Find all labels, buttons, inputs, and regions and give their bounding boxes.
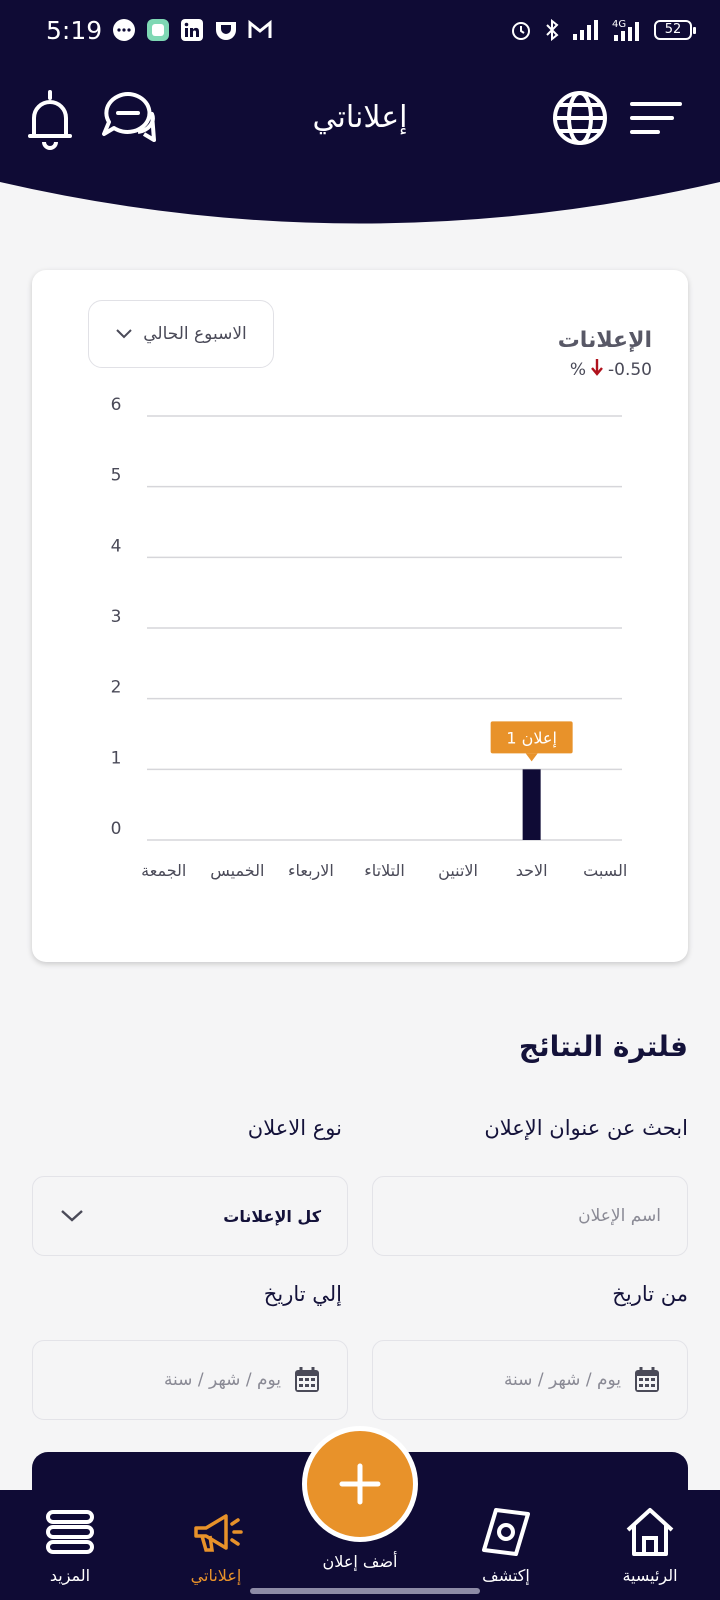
plus-icon bbox=[339, 1463, 381, 1505]
arrow-down-icon bbox=[590, 358, 604, 381]
status-time: 5:19 bbox=[46, 16, 103, 45]
app-header: 5:19 4G 52 إعلاناتي bbox=[0, 0, 720, 232]
nav-item-discover[interactable]: إكتشف bbox=[446, 1504, 566, 1585]
linkedin-icon bbox=[180, 18, 204, 42]
y-tick-label: 1 bbox=[111, 748, 122, 768]
signal-4g-icon: 4G bbox=[612, 19, 639, 41]
signal-icon bbox=[573, 20, 598, 40]
search-label: ابحث عن عنوان الإعلان bbox=[484, 1116, 688, 1140]
ad-type-select[interactable]: كل الإعلانات bbox=[32, 1176, 348, 1256]
period-dropdown-value: الاسبوع الحالي bbox=[143, 324, 247, 344]
x-tick-label: الاتنين bbox=[438, 861, 478, 881]
language-globe-icon[interactable] bbox=[550, 88, 610, 150]
ad-name-search-input[interactable]: اسم الإعلان bbox=[372, 1176, 688, 1256]
chat-bubble-icon bbox=[112, 18, 136, 42]
filter-section-title: فلترة النتائج bbox=[518, 1030, 688, 1063]
compass-icon bbox=[482, 1508, 530, 1556]
x-tick-label: الاربعاء bbox=[288, 861, 334, 881]
ad-type-label: نوع الاعلان bbox=[247, 1116, 342, 1140]
bar bbox=[522, 769, 541, 840]
nav-item-more[interactable]: المزيد bbox=[10, 1504, 130, 1585]
notification-bell-icon[interactable] bbox=[22, 88, 82, 150]
menu-icon[interactable] bbox=[628, 88, 688, 150]
nav-item-add-ad[interactable]: أضف إعلان bbox=[300, 1552, 420, 1571]
status-bar: 5:19 4G 52 bbox=[0, 0, 720, 64]
y-tick-label: 0 bbox=[111, 819, 122, 839]
network-label: 4G bbox=[612, 19, 626, 30]
period-dropdown[interactable]: الاسبوع الحالي bbox=[88, 300, 274, 368]
y-tick-label: 2 bbox=[111, 678, 122, 698]
from-date-input[interactable]: يوم / شهر / سنة bbox=[372, 1340, 688, 1420]
more-menu-icon bbox=[46, 1510, 94, 1554]
y-tick-label: 3 bbox=[111, 607, 122, 627]
to-date-label: إلي تاريخ bbox=[263, 1282, 342, 1306]
from-date-label: من تاريخ bbox=[612, 1282, 688, 1306]
chevron-down-icon bbox=[61, 1210, 83, 1222]
calendar-icon bbox=[635, 1367, 659, 1392]
add-ad-fab-button[interactable] bbox=[302, 1426, 418, 1542]
change-value: -0.50 bbox=[608, 359, 652, 380]
nav-item-my-ads[interactable]: إعلاناتي bbox=[156, 1504, 276, 1585]
nav-label-more: المزيد bbox=[49, 1566, 91, 1585]
nav-label-discover: إكتشف bbox=[482, 1566, 530, 1585]
chat-icon[interactable] bbox=[98, 88, 158, 150]
gmail-icon bbox=[248, 18, 272, 42]
x-tick-label: الاحد bbox=[516, 861, 548, 880]
megaphone-icon bbox=[194, 1514, 243, 1552]
bluetooth-icon bbox=[546, 19, 559, 41]
y-tick-label: 6 bbox=[111, 395, 122, 415]
cup-icon bbox=[214, 18, 238, 42]
chart-title: الإعلانات bbox=[557, 328, 652, 353]
nav-item-home[interactable]: الرئيسية bbox=[590, 1504, 710, 1585]
home-icon bbox=[626, 1508, 674, 1556]
y-tick-label: 4 bbox=[111, 536, 122, 556]
ads-chart-card: 0 1 2 3 4 5 6 السبت الاحد الاتنين التلاتاء الاربعاء… bbox=[32, 270, 688, 962]
home-indicator[interactable] bbox=[250, 1588, 480, 1594]
nav-label-add-ad: أضف إعلان bbox=[322, 1552, 398, 1571]
nav-label-my-ads: إعلاناتي bbox=[190, 1566, 242, 1585]
tooltip-pointer bbox=[525, 753, 538, 762]
bar-tooltip-label: 1 إعلان bbox=[506, 728, 557, 747]
x-tick-label: الجمعة bbox=[141, 861, 186, 880]
notification-icons bbox=[112, 18, 272, 42]
app-square-icon bbox=[146, 18, 170, 42]
from-date-placeholder: يوم / شهر / سنة bbox=[503, 1370, 621, 1390]
change-unit: % bbox=[569, 359, 586, 380]
y-tick-label: 5 bbox=[111, 466, 122, 486]
x-tick-label: السبت bbox=[583, 861, 627, 880]
search-placeholder: اسم الإعلان bbox=[578, 1206, 661, 1226]
x-tick-label: التلاتاء bbox=[364, 861, 405, 880]
to-date-placeholder: يوم / شهر / سنة bbox=[163, 1370, 281, 1390]
nav-label-home: الرئيسية bbox=[622, 1566, 678, 1585]
alarm-icon bbox=[512, 22, 530, 40]
system-indicators: 4G 52 bbox=[510, 18, 696, 42]
battery-indicator: 52 bbox=[654, 20, 696, 40]
calendar-icon bbox=[295, 1367, 319, 1392]
x-tick-label: الخميس bbox=[210, 861, 264, 881]
chevron-down-icon bbox=[116, 329, 132, 339]
ad-type-value: كل الإعلانات bbox=[223, 1206, 321, 1226]
page-title: إعلاناتي bbox=[312, 100, 408, 135]
chart-change: % -0.50 bbox=[570, 358, 652, 381]
to-date-input[interactable]: يوم / شهر / سنة bbox=[32, 1340, 348, 1420]
